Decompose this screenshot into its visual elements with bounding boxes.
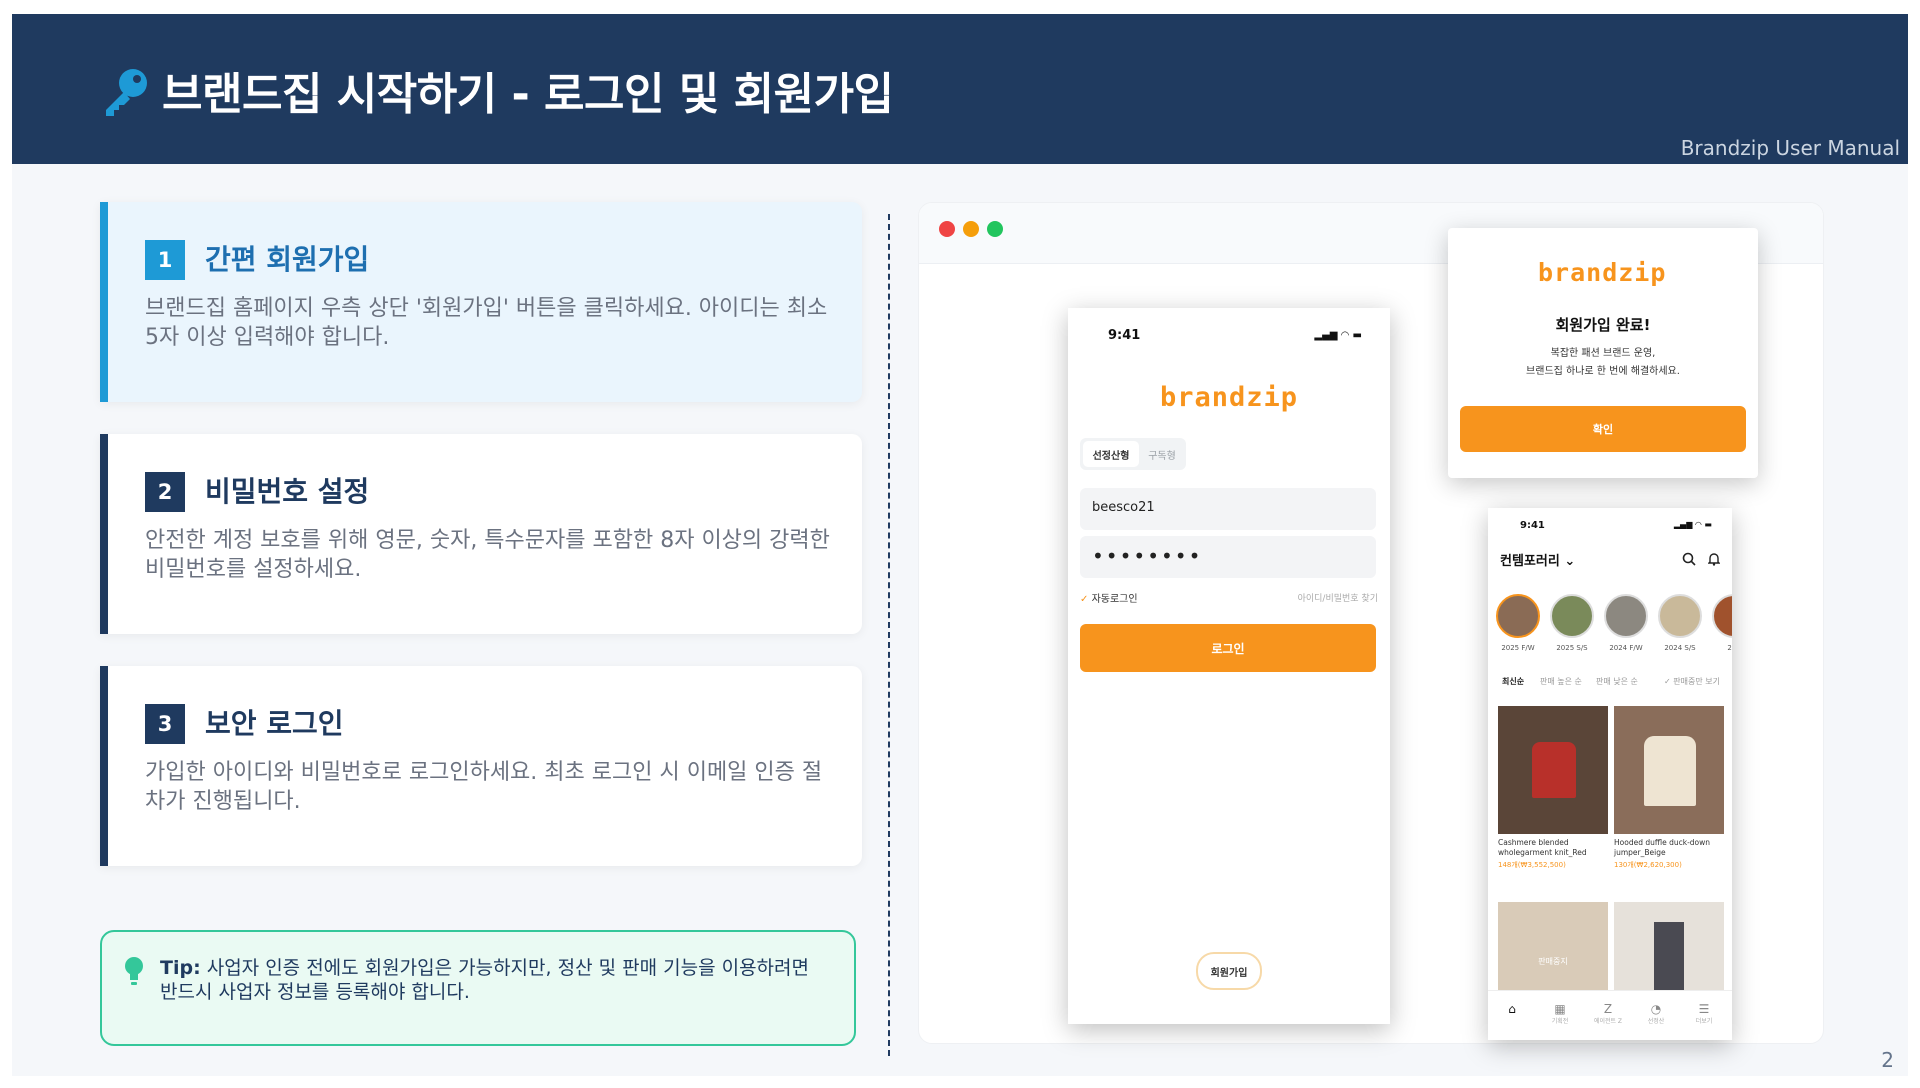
story-item[interactable]: 2024 F/W [1604,594,1648,652]
login-button[interactable]: 로그인 [1080,624,1376,672]
dashed-divider [888,214,890,1056]
step-title: 비밀번호 설정 [205,475,370,508]
tip-box: Tip: 사업자 인증 전에도 회원가입은 가능하지만, 정산 및 판매 기능을… [100,930,856,1046]
plan-segment: 선정산형 구독형 [1080,438,1186,470]
confirm-button[interactable]: 확인 [1460,406,1746,452]
search-icon[interactable] [1682,552,1696,566]
tab-more[interactable]: ☰ 더보기 [1684,1002,1724,1025]
brandzip-logo: brandzip [1160,382,1299,413]
lightbulb-icon [125,957,143,985]
step-card-1: 1 간편 회원가입 브랜드집 홈페이지 우측 상단 '회원가입' 버튼을 클릭하… [100,202,862,402]
auto-login-label: 자동로그인 [1091,594,1138,605]
status-icons: ▂▄▆ ◠ ▬ [1673,520,1712,529]
tab-label: 에이전트 Z [1593,1018,1623,1025]
product-figure [1532,742,1576,798]
auto-login-check[interactable]: ✓ 자동로그인 [1080,590,1138,605]
popup-title: 회원가입 완료! [1555,316,1651,334]
step-title: 간편 회원가입 [205,243,370,276]
id-value: beesco21 [1092,500,1155,515]
agent-z-icon: Z [1603,1002,1613,1016]
tab-agent[interactable]: Z 에이전트 Z [1588,1002,1628,1025]
story-avatar [1604,594,1648,638]
tab-prepay[interactable]: 선정산형 [1083,441,1139,467]
tab-events[interactable]: ▦ 기획전 [1540,1002,1580,1025]
key-icon [106,69,147,116]
page-number: 2 [1881,1048,1894,1072]
story-label: 202 [1727,644,1732,652]
brandzip-logo: brandzip [1538,258,1667,287]
login-phone: 9:41 ▂▄▆ ◠ ▬ brandzip 선정산형 구독형 beesco21 … [1068,308,1390,1024]
pie-icon: ◔ [1650,1002,1662,1016]
story-item[interactable]: 202 [1712,594,1732,652]
step-number: 1 [145,240,185,280]
product-price: 130개(₩2,620,300) [1614,861,1682,869]
minimize-dot-icon [963,221,979,237]
step-number: 3 [145,704,185,744]
story-item[interactable]: 2024 S/S [1658,594,1702,652]
slide: 브랜드집 시작하기 - 로그인 및 회원가입 Brandzip User Man… [12,14,1908,1076]
story-avatar [1496,594,1540,638]
filter-on-sale[interactable]: ✓ 판매중만 보기 [1664,676,1720,687]
product-price: 148개(₩3,552,500) [1498,861,1566,869]
tip-body: 사업자 인증 전에도 회원가입은 가능하지만, 정산 및 판매 기능을 이용하려… [160,957,809,1003]
manual-label: Brandzip User Manual [1680,136,1900,160]
popup-line-1: 복잡한 패션 브랜드 운영, [1550,348,1656,359]
tip-text: Tip: 사업자 인증 전에도 회원가입은 가능하지만, 정산 및 판매 기능을… [160,956,830,1004]
tab-label: 기획전 [1551,1018,1569,1025]
story-avatar [1712,594,1732,638]
status-time: 9:41 [1520,520,1545,531]
story-avatar [1550,594,1594,638]
story-label: 2025 F/W [1501,644,1535,652]
soldout-label: 판매중지 [1538,957,1568,966]
tab-label: 더보기 [1695,1018,1713,1025]
story-avatar [1658,594,1702,638]
story-label: 2024 F/W [1609,644,1643,652]
step-description: 가입한 아이디와 비밀번호로 로그인하세요. 최초 로그인 시 이메일 인증 절… [145,760,823,814]
header-bar: 브랜드집 시작하기 - 로그인 및 회원가입 Brandzip User Man… [12,14,1908,164]
story-label: 2024 S/S [1664,644,1696,652]
step-description: 브랜드집 홈페이지 우측 상단 '회원가입' 버튼을 클릭하세요. 아이디는 최… [145,296,828,350]
step-card-3: 3 보안 로그인 가입한 아이디와 비밀번호로 로그인하세요. 최초 로그인 시… [100,666,862,866]
status-icons: ▂▄▆ ◠ ▬ [1314,330,1362,341]
id-field[interactable]: beesco21 [1080,488,1376,530]
step-description: 안전한 계정 보호를 위해 영문, 숫자, 특수문자를 포함한 8자 이상의 강… [145,528,830,582]
product-figure [1644,736,1696,806]
password-value: •••••••• [1092,544,1203,568]
product-image-duck-down[interactable] [1614,706,1724,834]
check-icon: ✓ [1080,594,1089,605]
tab-home[interactable]: ⌂ [1492,1002,1532,1016]
product-name: Hooded duffle duck-down jumper_Beige [1614,838,1711,857]
signup-complete-popup: brandzip 회원가입 완료! 복잡한 패션 브랜드 운영, 브랜드집 하나… [1448,228,1758,478]
status-time: 9:41 [1108,328,1141,343]
maximize-dot-icon [987,221,1003,237]
password-field[interactable]: •••••••• [1080,536,1376,578]
step-number: 2 [145,472,185,512]
sort-high-sales[interactable]: 판매 높은 순 [1540,676,1582,687]
product-name: Cashmere blended wholegarment knit_Red [1498,838,1587,857]
signup-button[interactable]: 회원가입 [1196,952,1262,990]
tab-subscribe[interactable]: 구독형 [1142,441,1182,467]
calendar-icon: ▦ [1554,1002,1566,1016]
story-label: 2025 S/S [1556,644,1588,652]
bell-icon[interactable] [1708,552,1720,566]
step-title: 보안 로그인 [205,707,344,740]
page-title: 브랜드집 시작하기 - 로그인 및 회원가입 [162,69,894,120]
sort-low-sales[interactable]: 판매 낮은 순 [1596,676,1638,687]
story-item[interactable]: 2025 S/S [1550,594,1594,652]
find-account-link[interactable]: 아이디/비밀번호 찾기 [1298,591,1378,604]
story-item[interactable]: 2025 F/W [1496,594,1540,652]
step-card-2: 2 비밀번호 설정 안전한 계정 보호를 위해 영문, 숫자, 특수문자를 포함… [100,434,862,634]
category-dropdown[interactable]: 컨템포러리 ⌄ [1500,550,1575,569]
home-icon: ⌂ [1508,1002,1516,1016]
settings-icon: ☰ [1698,1002,1710,1016]
popup-line-2: 브랜드집 하나로 한 번에 해결하세요. [1526,366,1680,377]
tab-label: 선정산 [1647,1018,1665,1025]
tip-label: Tip: [160,957,201,979]
contents-phone: 9:41 ▂▄▆ ◠ ▬ 컨템포러리 ⌄ 2025 F/W 2025 S/S 2… [1488,508,1732,1040]
close-dot-icon [939,221,955,237]
product-image-red-knit[interactable] [1498,706,1608,834]
sort-latest[interactable]: 최신순 [1502,676,1524,687]
tab-prepay[interactable]: ◔ 선정산 [1636,1002,1676,1025]
